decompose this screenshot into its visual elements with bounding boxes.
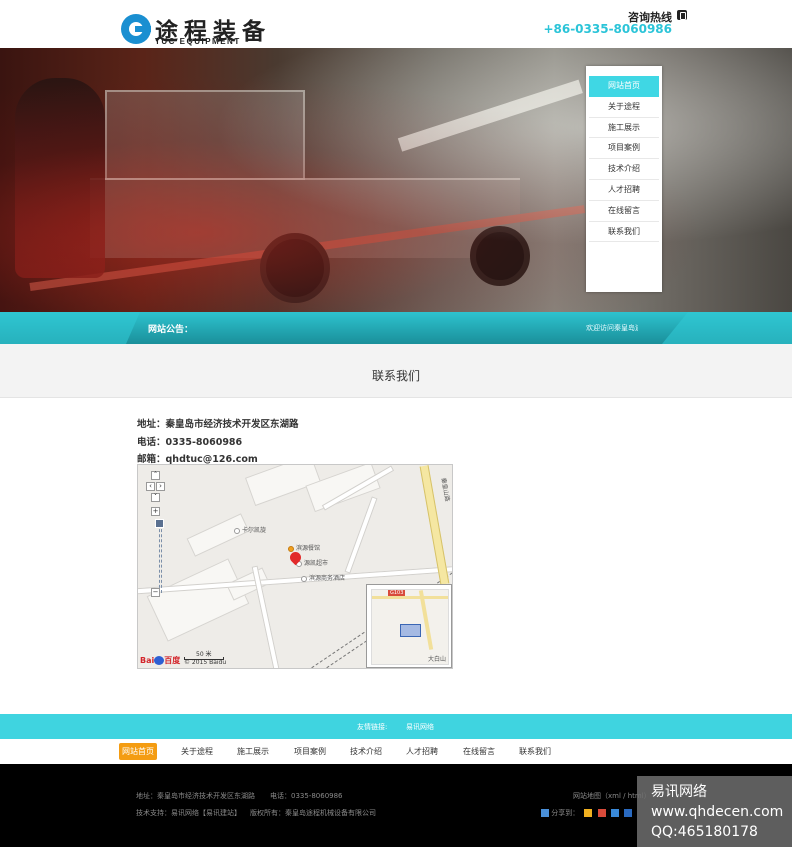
footer-nav-technology[interactable]: 技术介绍 [347, 743, 385, 760]
side-menu-item-message[interactable]: 在线留言 [589, 201, 659, 222]
share-bar: 分享到： [541, 808, 633, 818]
minimap-canvas: G103 大白山 [371, 589, 449, 665]
side-menu-item-about[interactable]: 关于途程 [589, 97, 659, 118]
notice-text[interactable]: 欢迎访问秦皇岛途程 [586, 323, 638, 333]
share-renren-icon[interactable] [624, 809, 633, 817]
minimap-road [418, 590, 434, 650]
friend-links-label: 友情链接: [357, 723, 388, 731]
side-menu-item-contact[interactable]: 联系我们 [589, 222, 659, 243]
logo-text-en: TUC EQUIPMENT [155, 37, 241, 46]
hotline-number: +86-0335-8060986 [543, 22, 672, 36]
baidu-logo-text: Bai [140, 656, 155, 665]
section-header: 联系我们 [0, 344, 792, 398]
site-header: 途程装备 TUC EQUIPMENT 咨询热线 +86-0335-8060986 [0, 0, 792, 48]
footer-nav-contact[interactable]: 联系我们 [516, 743, 554, 760]
footer-support: 技术支持：易讯网络【易讯建站】 [136, 809, 241, 817]
map-road-label: 秦皇山路 [439, 477, 451, 503]
contact-phone: 电话：0335-8060986 [137, 436, 243, 448]
footer-nav: 网站首页 关于途程 施工展示 项目案例 技术介绍 人才招聘 在线留言 联系我们 [0, 739, 792, 764]
share-qzone-icon[interactable] [584, 809, 593, 817]
zoom-out-button[interactable]: − [151, 588, 160, 597]
zoom-slider-handle[interactable] [155, 519, 164, 528]
map-road [344, 496, 378, 574]
side-menu-item-technology[interactable]: 技术介绍 [589, 159, 659, 180]
overview-minimap[interactable]: G103 大白山 [366, 584, 452, 668]
footer-nav-home[interactable]: 网站首页 [119, 743, 157, 760]
side-menu-item-projects[interactable]: 项目案例 [589, 138, 659, 160]
watermark-overlay: 易讯网络 www.qhdecen.com QQ:465180178 [637, 776, 792, 847]
friend-link[interactable]: 易讯网络 [406, 722, 434, 732]
minimap-road-badge: G103 [388, 590, 406, 596]
poi-label: 滨源商务酒店 [309, 575, 346, 582]
poi-label: 卡尔凯旋 [242, 527, 267, 534]
zoom-in-button[interactable]: + [151, 507, 160, 516]
map-poi[interactable]: 滨源商务酒店 [301, 573, 345, 582]
watermark-line-3: QQ:465180178 [651, 824, 758, 840]
footer-copyright: 版权所有：秦皇岛途程机械设备有限公司 [250, 809, 376, 817]
pan-up-button[interactable]: ˄ [151, 471, 160, 480]
map-poi[interactable]: 卡尔凯旋 [234, 525, 266, 534]
site-logo[interactable]: 途程装备 TUC EQUIPMENT [121, 12, 265, 46]
side-menu: 网站首页 关于途程 施工展示 项目案例 技术介绍 人才招聘 在线留言 联系我们 [586, 66, 662, 292]
baidu-paw-icon [154, 656, 165, 665]
poi-label: 源凯超市 [304, 560, 329, 567]
share-plus-icon[interactable] [541, 809, 549, 817]
hotel-icon [301, 575, 307, 582]
poi-icon [234, 527, 240, 534]
hero-banner [0, 48, 792, 312]
contact-info: 地址：秦皇岛市经济技术开发区东湖路 电话：0335-8060986 邮箱：qhd… [137, 416, 299, 469]
friend-links-bar: 友情链接: 易讯网络 [0, 714, 792, 739]
footer-nav-construction[interactable]: 施工展示 [234, 743, 272, 760]
pan-right-button[interactable]: › [156, 482, 165, 491]
side-menu-item-careers[interactable]: 人才招聘 [589, 180, 659, 201]
map-copyright: © 2015 Baidu [184, 659, 227, 666]
zoom-slider-track[interactable] [159, 519, 162, 593]
watermark-line-1: 易讯网络 [651, 784, 707, 800]
notice-bar: 网站公告： 欢迎访问秦皇岛途程 [0, 312, 792, 344]
contact-address: 地址：秦皇岛市经济技术开发区东湖路 [137, 419, 299, 430]
banner-light [0, 48, 792, 312]
footer-address: 地址：秦皇岛市经济技术开发区东湖路 [136, 792, 255, 800]
pan-down-button[interactable]: ˅ [151, 493, 160, 502]
baidu-logo-text-cn: 百度 [164, 656, 181, 665]
share-tencent-icon[interactable] [610, 809, 619, 817]
map-building [186, 513, 250, 557]
logo-mark-icon [121, 14, 151, 44]
share-weibo-icon[interactable] [597, 809, 606, 817]
footer-nav-message[interactable]: 在线留言 [460, 743, 498, 760]
poi-label: 滨源餐馆 [296, 545, 321, 552]
restaurant-icon [288, 545, 294, 552]
share-label: 分享到： [551, 809, 580, 817]
map-poi[interactable]: 滨源餐馆 [288, 543, 320, 552]
minimap-road [372, 596, 448, 599]
baidu-logo[interactable]: Bai 百度 [140, 655, 180, 666]
side-menu-item-home[interactable]: 网站首页 [589, 76, 659, 97]
page-title: 联系我们 [371, 369, 420, 383]
phone-icon [677, 10, 687, 20]
location-map[interactable]: 秦皇山路 ˄ ‹ › ˅ + − 卡尔凯旋 滨源餐馆 源凯超市 滨源商务酒店 5… [137, 464, 453, 669]
footer-phone: 电话：0335-8060986 [270, 792, 343, 800]
footer-nav-about[interactable]: 关于途程 [178, 743, 216, 760]
side-menu-item-construction[interactable]: 施工展示 [589, 118, 659, 139]
pan-left-button[interactable]: ‹ [146, 482, 155, 491]
notice-label: 网站公告： [148, 325, 194, 335]
watermark-line-2: www.qhdecen.com [651, 804, 784, 820]
minimap-viewport[interactable] [400, 624, 421, 637]
footer-nav-projects[interactable]: 项目案例 [291, 743, 329, 760]
footer-nav-careers[interactable]: 人才招聘 [403, 743, 441, 760]
minimap-label: 大白山 [428, 656, 447, 663]
